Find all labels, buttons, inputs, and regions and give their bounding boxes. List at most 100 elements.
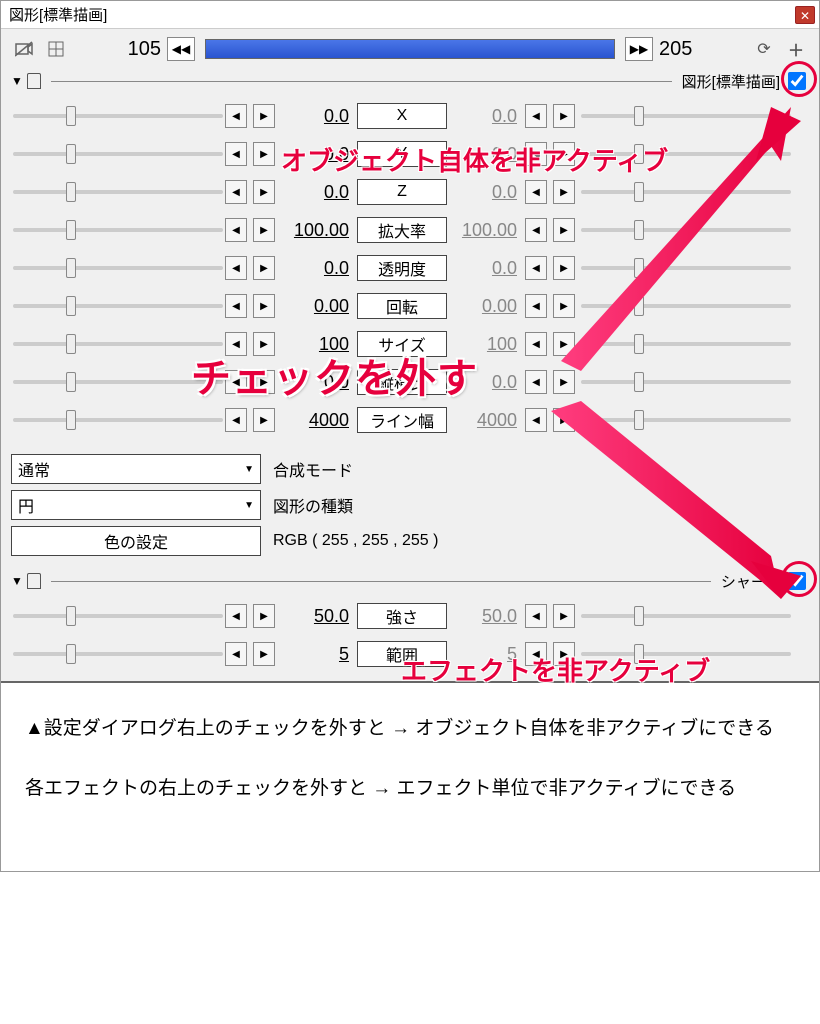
collapse-toggle[interactable]: ▼ — [11, 74, 23, 88]
value-left[interactable]: 50.0 — [281, 606, 355, 627]
spin-right-up[interactable]: ▶ — [553, 408, 575, 432]
slider-left[interactable] — [13, 336, 223, 352]
spin-right-up[interactable]: ▶ — [553, 604, 575, 628]
slider-left[interactable] — [13, 608, 223, 624]
value-left[interactable]: 4000 — [281, 410, 355, 431]
value-right[interactable]: 0.0 — [449, 258, 523, 279]
spin-left-up[interactable]: ▶ — [253, 180, 275, 204]
spin-left-up[interactable]: ▶ — [253, 294, 275, 318]
spin-left-down[interactable]: ◀ — [225, 332, 247, 356]
param-name-button[interactable]: ライン幅 — [357, 407, 447, 433]
spin-left-down[interactable]: ◀ — [225, 642, 247, 666]
param-name-button[interactable]: Y — [357, 141, 447, 167]
rewind-button[interactable]: ◀◀ — [167, 37, 195, 61]
slider-left[interactable] — [13, 298, 223, 314]
shape-type-select[interactable]: 円▼ — [11, 490, 261, 520]
param-name-button[interactable]: 透明度 — [357, 255, 447, 281]
spin-left-down[interactable]: ◀ — [225, 104, 247, 128]
timeline-progress[interactable] — [205, 39, 615, 59]
spin-right-down[interactable]: ◀ — [525, 104, 547, 128]
slider-left[interactable] — [13, 374, 223, 390]
color-settings-button[interactable]: 色の設定 — [11, 526, 261, 556]
spin-left-up[interactable]: ▶ — [253, 332, 275, 356]
spin-right-up[interactable]: ▶ — [553, 142, 575, 166]
slider-right[interactable] — [581, 646, 791, 662]
spin-right-down[interactable]: ◀ — [525, 180, 547, 204]
spin-left-down[interactable]: ◀ — [225, 218, 247, 242]
spin-right-down[interactable]: ◀ — [525, 142, 547, 166]
slider-right[interactable] — [581, 412, 791, 428]
spin-left-down[interactable]: ◀ — [225, 408, 247, 432]
spin-right-up[interactable]: ▶ — [553, 256, 575, 280]
refresh-icon[interactable]: ⟳ — [751, 37, 777, 61]
slider-left[interactable] — [13, 646, 223, 662]
value-left[interactable]: 0.00 — [281, 296, 355, 317]
spin-right-down[interactable]: ◀ — [525, 408, 547, 432]
spin-right-down[interactable]: ◀ — [525, 642, 547, 666]
spin-right-up[interactable]: ▶ — [553, 104, 575, 128]
value-right[interactable]: 100.00 — [449, 220, 523, 241]
spin-left-up[interactable]: ▶ — [253, 218, 275, 242]
value-right[interactable]: 5 — [449, 644, 523, 665]
spin-right-up[interactable]: ▶ — [553, 218, 575, 242]
value-left[interactable]: 100 — [281, 334, 355, 355]
value-right[interactable]: 0.0 — [449, 106, 523, 127]
value-right[interactable]: 50.0 — [449, 606, 523, 627]
slider-right[interactable] — [581, 222, 791, 238]
spin-left-down[interactable]: ◀ — [225, 180, 247, 204]
spin-left-up[interactable]: ▶ — [253, 142, 275, 166]
spin-left-up[interactable]: ▶ — [253, 256, 275, 280]
value-right[interactable]: 0.00 — [449, 296, 523, 317]
spin-right-down[interactable]: ◀ — [525, 256, 547, 280]
spin-left-up[interactable]: ▶ — [253, 604, 275, 628]
slider-right[interactable] — [581, 260, 791, 276]
spin-right-up[interactable]: ▶ — [553, 294, 575, 318]
spin-right-down[interactable]: ◀ — [525, 294, 547, 318]
param-name-button[interactable]: 縦横比 — [357, 369, 447, 395]
value-left[interactable]: 0.0 — [281, 182, 355, 203]
spin-left-up[interactable]: ▶ — [253, 370, 275, 394]
value-left[interactable]: 0.0 — [281, 144, 355, 165]
effect-active-checkbox[interactable] — [788, 572, 806, 590]
spin-left-down[interactable]: ◀ — [225, 370, 247, 394]
slider-right[interactable] — [581, 608, 791, 624]
spin-left-down[interactable]: ◀ — [225, 294, 247, 318]
spin-right-down[interactable]: ◀ — [525, 604, 547, 628]
spin-left-down[interactable]: ◀ — [225, 604, 247, 628]
value-right[interactable]: 0.0 — [449, 372, 523, 393]
param-name-button[interactable]: Z — [357, 179, 447, 205]
slider-right[interactable] — [581, 184, 791, 200]
spin-left-up[interactable]: ▶ — [253, 408, 275, 432]
add-icon[interactable]: ＋ — [783, 37, 809, 61]
spin-left-up[interactable]: ▶ — [253, 642, 275, 666]
spin-left-down[interactable]: ◀ — [225, 256, 247, 280]
spin-right-down[interactable]: ◀ — [525, 218, 547, 242]
spin-right-up[interactable]: ▶ — [553, 180, 575, 204]
spin-right-up[interactable]: ▶ — [553, 642, 575, 666]
param-name-button[interactable]: X — [357, 103, 447, 129]
spin-right-down[interactable]: ◀ — [525, 370, 547, 394]
grid-icon[interactable] — [43, 37, 69, 61]
value-left[interactable]: 0.0 — [281, 258, 355, 279]
camera-off-icon[interactable] — [11, 37, 37, 61]
value-left[interactable]: 0.0 — [281, 372, 355, 393]
slider-right[interactable] — [581, 108, 791, 124]
param-name-button[interactable]: サイズ — [357, 331, 447, 357]
param-name-button[interactable]: 強さ — [357, 603, 447, 629]
trash-icon[interactable] — [27, 73, 41, 89]
slider-right[interactable] — [581, 146, 791, 162]
collapse-toggle-effect[interactable]: ▼ — [11, 574, 23, 588]
spin-right-up[interactable]: ▶ — [553, 332, 575, 356]
slider-left[interactable] — [13, 222, 223, 238]
param-name-button[interactable]: 範囲 — [357, 641, 447, 667]
trash-icon-effect[interactable] — [27, 573, 41, 589]
slider-left[interactable] — [13, 412, 223, 428]
spin-left-up[interactable]: ▶ — [253, 104, 275, 128]
value-left[interactable]: 5 — [281, 644, 355, 665]
value-left[interactable]: 0.0 — [281, 106, 355, 127]
object-active-checkbox[interactable] — [788, 72, 806, 90]
blend-mode-select[interactable]: 通常▼ — [11, 454, 261, 484]
param-name-button[interactable]: 回転 — [357, 293, 447, 319]
value-left[interactable]: 100.00 — [281, 220, 355, 241]
close-button[interactable]: ✕ — [795, 6, 815, 24]
